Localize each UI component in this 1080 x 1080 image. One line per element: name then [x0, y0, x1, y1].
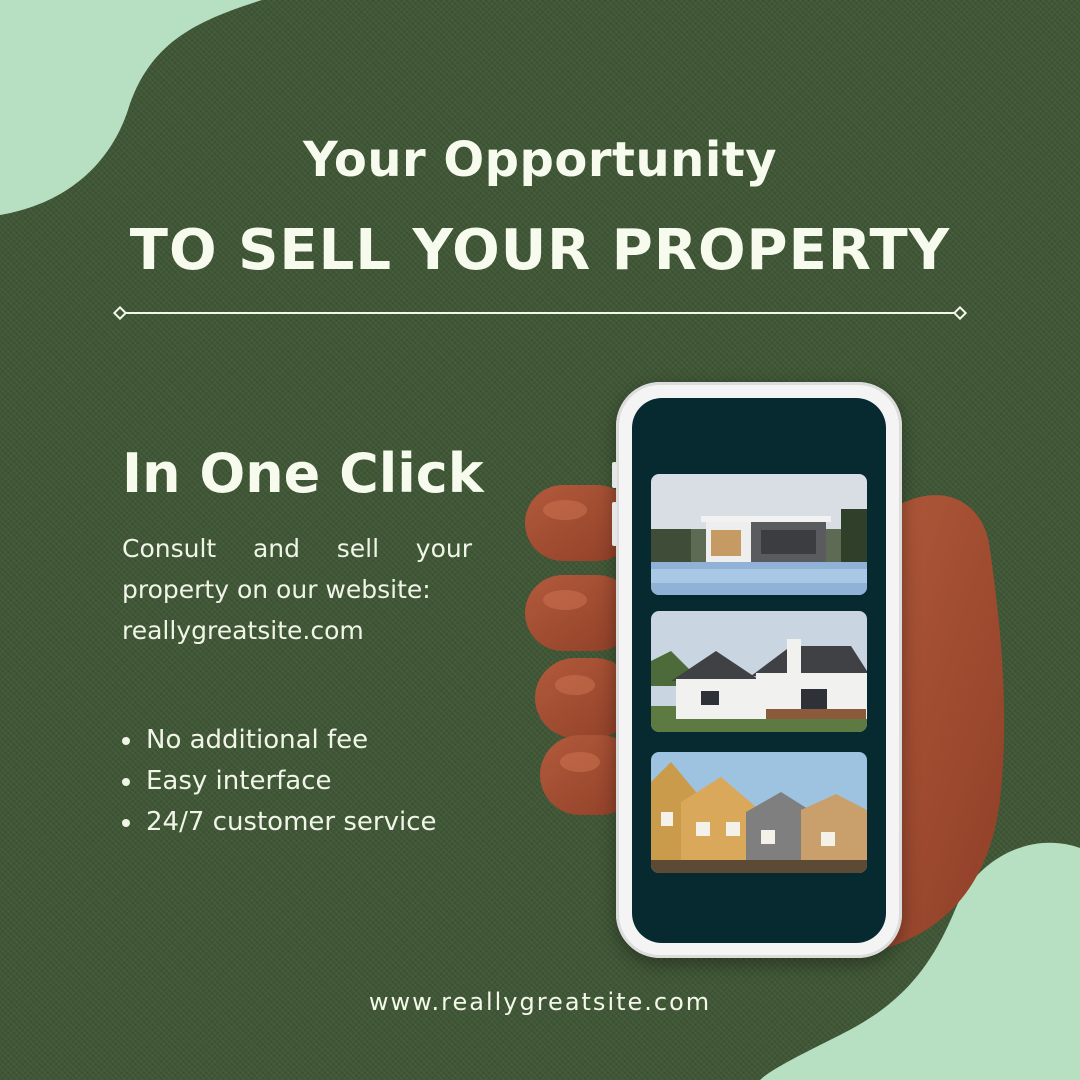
feature-list: No additional fee Easy interface 24/7 cu… [122, 720, 436, 843]
description-text: Consult and sell your property on our we… [122, 534, 472, 604]
title-divider [112, 306, 968, 320]
feature-item: Easy interface [122, 761, 436, 802]
listing-card-2[interactable] [651, 611, 867, 732]
description: Consult and sell your property on our we… [122, 528, 472, 651]
listing-card-3[interactable] [651, 752, 867, 873]
title-line-2: TO SELL YOUR PROPERTY [129, 218, 951, 283]
bullet-icon [122, 819, 130, 827]
listing-card-1[interactable] [651, 474, 867, 595]
website-link[interactable]: reallygreatsite.com [122, 610, 472, 651]
modern-house-with-pool-image [651, 474, 867, 595]
bullet-icon [122, 778, 130, 786]
headline: In One Click [122, 442, 484, 505]
top-left-blob [0, 0, 262, 215]
phone-volume-button [612, 502, 617, 546]
white-house-image [651, 611, 867, 732]
feature-item: 24/7 customer service [122, 802, 436, 843]
footer-url[interactable]: www.reallygreatsite.com [0, 988, 1080, 1016]
divider-right-diamond-icon [952, 306, 968, 320]
phone-side-button [612, 462, 617, 488]
townhouses-image [651, 752, 867, 873]
phone-screen [632, 398, 886, 943]
feature-item: No additional fee [122, 720, 436, 761]
title-line-1: Your Opportunity [302, 132, 778, 188]
bullet-icon [122, 737, 130, 745]
promo-poster: Your Opportunity TO SELL YOUR PROPERTY I… [0, 0, 1080, 1080]
divider-left-diamond-icon [112, 306, 128, 320]
